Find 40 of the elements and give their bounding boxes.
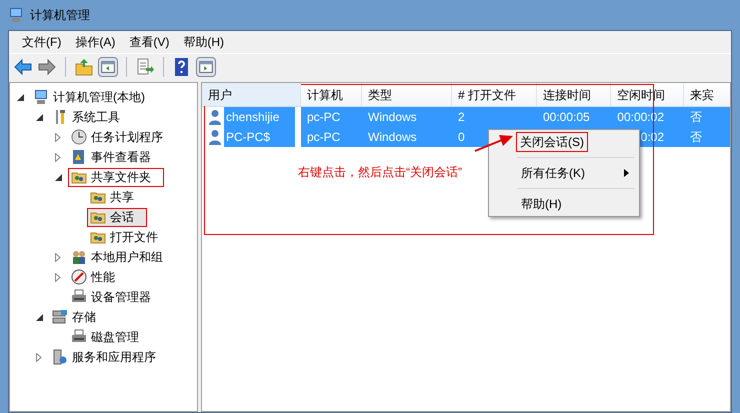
context-menu-item[interactable]: 关闭会话(S) [516, 132, 588, 152]
tree-item[interactable]: 计算机管理(本地) [30, 88, 150, 106]
context-menu-item[interactable]: 帮助(H) [516, 194, 631, 214]
menu-item[interactable]: 帮助(H) [178, 33, 229, 51]
table-cell-text: Windows [368, 129, 417, 146]
menu-item[interactable]: 查看(V) [124, 33, 174, 51]
table-cell-text: pc-PC [307, 109, 340, 126]
tree-item[interactable]: 事件查看器 [68, 148, 156, 166]
tree-item[interactable]: 存储 [49, 308, 101, 326]
table-cell-text: 否 [690, 109, 702, 126]
tree-item[interactable]: 共享 [87, 188, 139, 206]
tree-item[interactable]: 系统工具 [49, 108, 125, 126]
table-cell: chenshijie [224, 107, 295, 127]
menu-item[interactable]: 文件(F) [17, 33, 66, 51]
menu-item[interactable]: 操作(A) [70, 33, 120, 51]
table-cell-text: Windows [368, 109, 417, 126]
column-header[interactable]: 计算机 [301, 83, 362, 106]
tree-item[interactable]: 共享文件夹 [68, 168, 164, 186]
column-header[interactable]: 用户 [202, 83, 301, 106]
column-header[interactable]: 类型 [362, 83, 452, 106]
tree-item[interactable]: 打开文件 [87, 228, 163, 246]
tree-item[interactable]: 性能 [68, 268, 120, 286]
column-header[interactable]: # 打开文件 [452, 83, 537, 106]
window-title: 计算机管理 [30, 7, 90, 24]
table-cell-text: 2 [458, 109, 465, 126]
table-cell-text: 00:00:05 [543, 109, 590, 126]
tree-item[interactable]: 设备管理器 [68, 288, 156, 306]
tree-item[interactable]: 任务计划程序 [68, 128, 168, 146]
tree-item[interactable]: 会话 [87, 208, 147, 226]
column-header[interactable]: 来宾 [684, 83, 730, 106]
context-menu-item[interactable]: 所有任务(K) [516, 163, 631, 183]
tree-item[interactable]: 磁盘管理 [68, 328, 144, 346]
tree-item[interactable]: 本地用户和组 [68, 248, 168, 266]
tree-item[interactable]: 服务和应用程序 [49, 348, 161, 366]
column-header[interactable]: 连接时间 [537, 83, 611, 106]
table-cell: PC-PC$ [224, 127, 295, 147]
table-cell-text: 0 [458, 129, 465, 146]
table-cell-text: 否 [690, 129, 702, 146]
table-cell-text: pc-PC [307, 129, 340, 146]
annotation-text: 右键点击，然后点击“关闭会话” [298, 164, 462, 181]
